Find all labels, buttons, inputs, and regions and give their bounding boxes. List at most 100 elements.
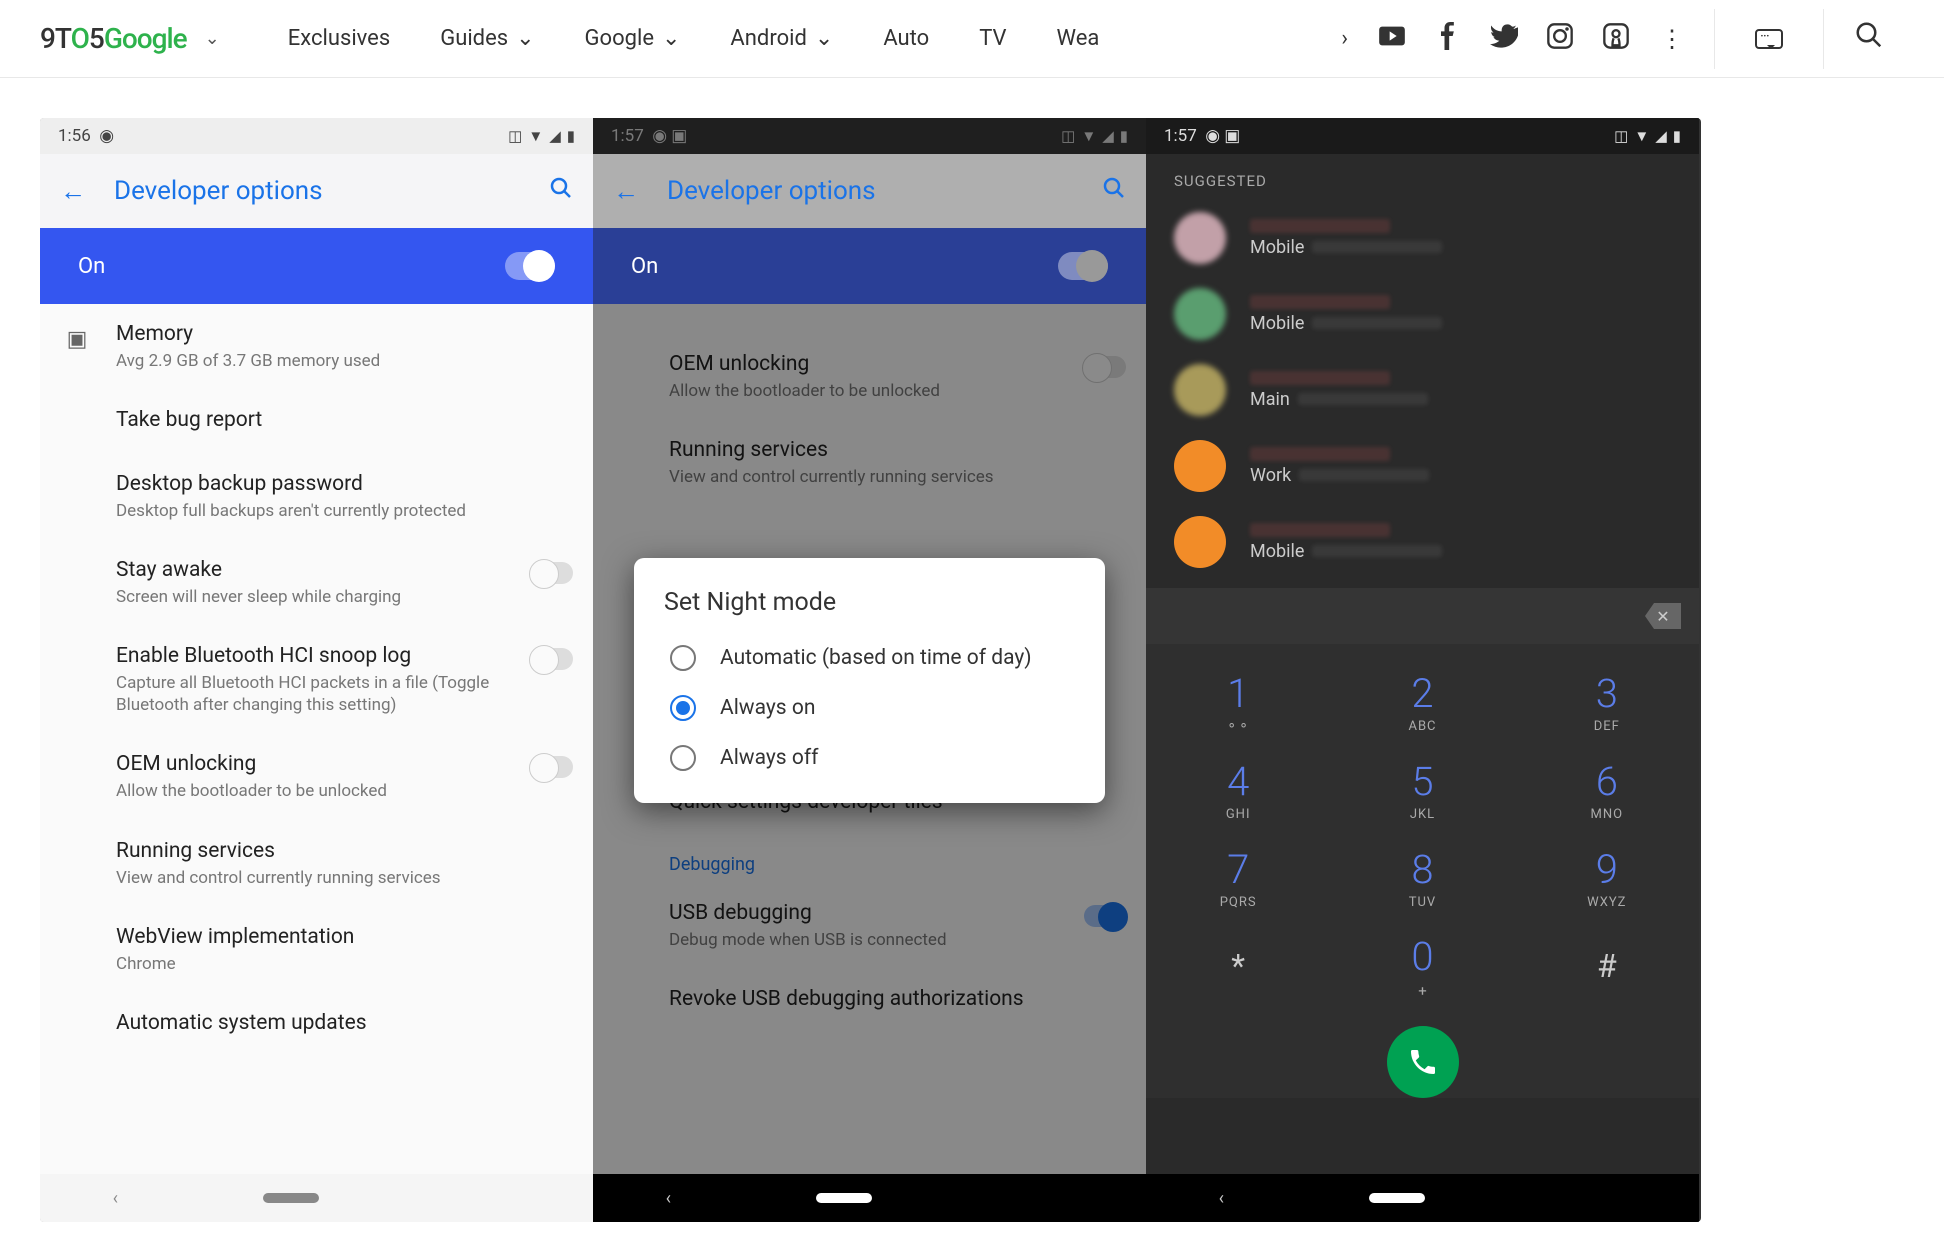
nav-overflow-icon[interactable]: ›	[1268, 26, 1348, 51]
toggle-switch[interactable]	[505, 252, 555, 280]
nav-label: Google	[585, 26, 654, 51]
status-bar: 1:56 ◉ ◫▼◢▮	[40, 118, 593, 154]
setting-row[interactable]: Running servicesView and control current…	[40, 821, 593, 907]
dial-key-6[interactable]: 6MNO	[1515, 746, 1699, 834]
setting-row[interactable]: OEM unlockingAllow the bootloader to be …	[40, 734, 593, 820]
search-icon[interactable]	[1854, 20, 1884, 58]
dial-key-star[interactable]: *	[1146, 922, 1330, 1010]
status-left: 1:56 ◉	[58, 126, 114, 146]
comments-icon[interactable]	[1755, 29, 1783, 49]
facebook-icon[interactable]	[1434, 22, 1462, 56]
master-toggle-row[interactable]: On	[593, 228, 1146, 304]
instagram-icon[interactable]	[1546, 22, 1574, 56]
toggle-switch[interactable]	[531, 562, 573, 584]
dial-key-9[interactable]: 9WXYZ	[1515, 834, 1699, 922]
dial-key-4[interactable]: 4GHI	[1146, 746, 1330, 834]
nav-back-icon[interactable]: ‹	[666, 1188, 671, 1209]
dial-key-7[interactable]: 7PQRS	[1146, 834, 1330, 922]
contact-row[interactable]: Mobile	[1146, 200, 1699, 276]
key-number: 2	[1411, 670, 1433, 717]
dial-key-hash[interactable]: #	[1515, 922, 1699, 1010]
setting-title: Stay awake	[116, 558, 509, 582]
contact-number-redacted	[1299, 469, 1429, 481]
nav-tv[interactable]: TV	[979, 26, 1006, 51]
twitter-icon[interactable]	[1490, 22, 1518, 56]
status-time: 1:56	[58, 126, 91, 146]
nav-home-pill[interactable]	[816, 1193, 872, 1203]
dial-key-1[interactable]: 1⚬⚬	[1146, 658, 1330, 746]
toggle-switch[interactable]	[1084, 905, 1126, 927]
setting-row[interactable]: WebView implementationChrome	[40, 907, 593, 993]
signal-icon: ◢	[1102, 127, 1114, 145]
nav-guides[interactable]: Guides ⌄	[440, 26, 534, 51]
setting-title: OEM unlocking	[669, 352, 1062, 376]
toggle-switch[interactable]	[531, 756, 573, 778]
option-label: Always on	[720, 696, 815, 720]
logo-dropdown-icon[interactable]: ⌄	[197, 28, 228, 49]
logo-5: 5	[89, 22, 104, 55]
spotify-icon: ◉	[1205, 126, 1220, 146]
contact-row[interactable]: Mobile	[1146, 276, 1699, 352]
backspace-icon[interactable]: ✕	[1645, 603, 1681, 629]
chevron-down-icon: ⌄	[662, 26, 680, 51]
back-icon[interactable]: ←	[60, 176, 86, 207]
setting-title: Desktop backup password	[116, 472, 573, 496]
dialog-option[interactable]: Automatic (based on time of day)	[664, 633, 1075, 683]
toggle-switch[interactable]	[531, 648, 573, 670]
setting-row[interactable]: OEM unlockingAllow the bootloader to be …	[593, 334, 1146, 420]
setting-row[interactable]: Enable Bluetooth HCI snoop logCapture al…	[40, 626, 593, 734]
toggle-label: On	[78, 254, 105, 279]
master-toggle-row[interactable]: On	[40, 228, 593, 304]
setting-row[interactable]: Take bug report	[40, 390, 593, 454]
toggle-switch[interactable]	[1058, 252, 1108, 280]
nav-android[interactable]: Android ⌄	[730, 26, 833, 51]
nav-exclusives[interactable]: Exclusives	[288, 26, 390, 51]
more-menu-icon[interactable]: ⋮	[1640, 25, 1704, 53]
nav-back-icon[interactable]: ‹	[1219, 1188, 1224, 1209]
call-button[interactable]	[1387, 1026, 1459, 1098]
search-icon[interactable]	[1102, 176, 1126, 206]
setting-row[interactable]: Running servicesView and control current…	[593, 420, 1146, 506]
setting-row[interactable]: Desktop backup passwordDesktop full back…	[40, 454, 593, 540]
dialog-option[interactable]: Always on	[664, 683, 1075, 733]
setting-row[interactable]: Revoke USB debugging authorizations	[593, 969, 1146, 1033]
navigation-bar: ‹	[1146, 1174, 1699, 1222]
back-icon[interactable]: ←	[613, 176, 639, 207]
setting-subtitle: View and control currently running servi…	[669, 466, 1126, 488]
key-symbol: *	[1231, 947, 1245, 985]
screenshot-2: 1:57 ◉ ▣ ◫▼◢▮ ← Developer options On OEM…	[593, 118, 1146, 1222]
status-time: 1:57	[1164, 126, 1197, 146]
dial-key-0[interactable]: 0+	[1330, 922, 1514, 1010]
key-symbol: #	[1597, 947, 1617, 985]
dial-key-2[interactable]: 2ABC	[1330, 658, 1514, 746]
toggle-switch[interactable]	[1084, 356, 1126, 378]
nav-back-icon[interactable]: ‹	[113, 1188, 118, 1209]
nav-home-pill[interactable]	[263, 1193, 319, 1203]
site-logo[interactable]: 9TO5Google	[40, 22, 187, 55]
search-icon[interactable]	[549, 176, 573, 206]
battery-icon: ▮	[1120, 127, 1128, 145]
contact-name-redacted	[1250, 523, 1390, 537]
dial-key-3[interactable]: 3DEF	[1515, 658, 1699, 746]
contact-number-redacted	[1312, 545, 1442, 557]
radio-icon	[670, 695, 696, 721]
setting-row[interactable]: ▣ MemoryAvg 2.9 GB of 3.7 GB memory used	[40, 304, 593, 390]
dial-key-5[interactable]: 5JKL	[1330, 746, 1514, 834]
setting-row[interactable]: Stay awakeScreen will never sleep while …	[40, 540, 593, 626]
dialog-option[interactable]: Always off	[664, 733, 1075, 783]
nav-weather[interactable]: Wea	[1057, 26, 1100, 51]
contact-row[interactable]: Main	[1146, 352, 1699, 428]
contact-row[interactable]: Work	[1146, 428, 1699, 504]
nav-auto[interactable]: Auto	[883, 26, 929, 51]
key-number: 4	[1227, 758, 1249, 805]
key-number: 9	[1596, 846, 1618, 893]
nav-home-pill[interactable]	[1369, 1193, 1425, 1203]
youtube-icon[interactable]	[1378, 22, 1406, 56]
nav-google[interactable]: Google ⌄	[585, 26, 681, 51]
contact-row[interactable]: Mobile	[1146, 504, 1699, 580]
key-letters: DEF	[1594, 719, 1620, 734]
dial-key-8[interactable]: 8TUV	[1330, 834, 1514, 922]
podcast-icon[interactable]	[1602, 22, 1630, 56]
setting-row[interactable]: USB debuggingDebug mode when USB is conn…	[593, 883, 1146, 969]
dialer-input[interactable]: ✕	[1146, 588, 1699, 644]
